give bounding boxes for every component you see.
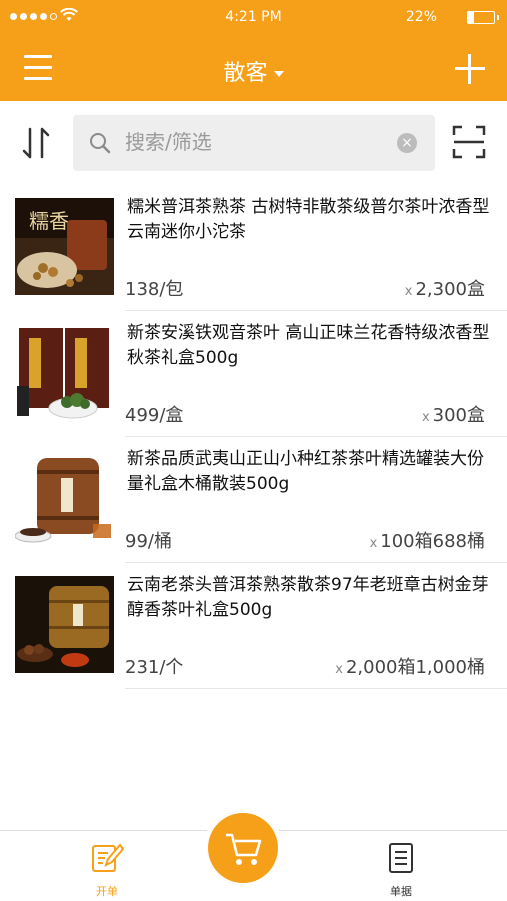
battery-percent: 22% (405, 9, 437, 25)
product-image (15, 450, 114, 547)
tab-documents[interactable]: 单据 (361, 841, 441, 899)
cart-icon (226, 833, 262, 865)
product-stock: x 100箱688桶 (369, 531, 485, 552)
list-item[interactable]: 新茶安溪铁观音茶叶 高山正味兰花香特级浓香型秋茶礼盒500g 499/盒 x 30… (0, 311, 507, 437)
list-item[interactable]: 新茶品质武夷山正山小种红茶茶叶精选罐装大份量礼盒木桶散装500g 99/桶 x1… (0, 437, 507, 563)
tab-label: 开单 (96, 885, 118, 898)
list-item[interactable]: 糯香 糯米普洱茶熟茶 古树特非散茶级普尔茶叶浓香型云南迷你小沱茶 138/包 x… (0, 185, 507, 311)
product-list: 糯香 糯米普洱茶熟茶 古树特非散茶级普尔茶叶浓香型云南迷你小沱茶 138/包 x… (0, 185, 507, 689)
product-image: 糯香 (15, 198, 114, 295)
caret-down-icon (273, 71, 284, 77)
search-input[interactable] (123, 129, 397, 155)
search-box[interactable]: × (73, 115, 435, 171)
tab-open-order[interactable]: 开单 (67, 841, 147, 899)
stock-value: 2,300盒 (415, 279, 485, 300)
edit-note-icon (92, 843, 125, 872)
product-stock: x 300盒 (421, 405, 485, 426)
sort-icon[interactable] (20, 125, 52, 161)
status-bar: 4:21 PM 22% (0, 0, 507, 34)
stock-value: 2,000箱1,000桶 (345, 657, 485, 678)
product-name: 云南老茶头普洱茶熟茶散茶97年老班章古树金芽醇香茶叶礼盒500g (127, 575, 489, 620)
clear-icon[interactable]: × (397, 133, 417, 153)
product-price: 499/盒 (125, 405, 184, 426)
product-price: 138/包 (125, 279, 184, 300)
svg-text:糯香: 糯香 (29, 209, 69, 233)
document-icon (389, 843, 413, 873)
product-image (15, 576, 114, 673)
stock-value: 100箱688桶 (380, 531, 485, 552)
tab-label: 单据 (390, 885, 412, 898)
product-price: 99/桶 (125, 531, 172, 552)
product-name: 糯米普洱茶熟茶 古树特非散茶级普尔茶叶浓香型云南迷你小沱茶 (127, 197, 490, 242)
divider (125, 688, 507, 689)
plus-icon[interactable] (455, 54, 485, 84)
scan-icon[interactable] (452, 125, 486, 159)
stock-value: 300盒 (432, 405, 485, 426)
product-name: 新茶品质武夷山正山小种红茶茶叶精选罐装大份量礼盒木桶散装500g (127, 449, 484, 494)
battery-icon (467, 11, 499, 24)
page-title: 散客 (223, 61, 268, 86)
list-item[interactable]: 云南老茶头普洱茶熟茶散茶97年老班章古树金芽醇香茶叶礼盒500g 231/个 x… (0, 563, 507, 689)
product-stock: x 2,300盒 (404, 279, 485, 300)
search-icon (90, 133, 111, 154)
product-image (15, 324, 114, 421)
customer-selector[interactable]: 散客 (0, 55, 507, 87)
top-header: 4:21 PM 22% 散客 (0, 0, 507, 101)
product-price: 231/个 (125, 657, 184, 678)
cart-button[interactable] (208, 813, 278, 883)
product-stock: x 2,000箱1,000桶 (335, 657, 485, 678)
product-name: 新茶安溪铁观音茶叶 高山正味兰花香特级浓香型秋茶礼盒500g (127, 323, 490, 368)
